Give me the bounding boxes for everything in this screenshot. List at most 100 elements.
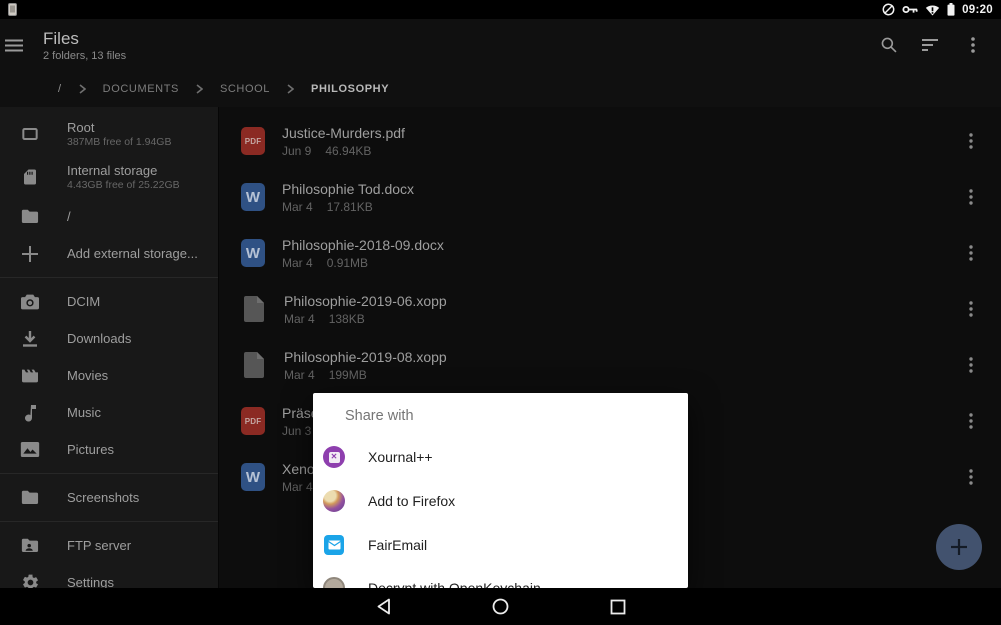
file-row[interactable]: W Philosophie-2018-09.docx Mar 40.91MB — [220, 225, 1001, 281]
share-item-label: Xournal++ — [368, 449, 433, 465]
status-bar: 09:20 — [0, 0, 1001, 19]
add-fab-button[interactable] — [936, 524, 982, 570]
pdf-file-icon: PDF — [241, 407, 265, 435]
file-date: Mar 4 — [284, 368, 315, 382]
file-row[interactable]: W Philosophie Tod.docx Mar 417.81KB — [220, 169, 1001, 225]
search-icon[interactable] — [875, 31, 903, 59]
breadcrumb: / DOCUMENTS SCHOOL PHILOSOPHY — [0, 71, 1001, 107]
share-item-openkeychain[interactable]: Decrypt with OpenKeychain — [313, 567, 688, 588]
sidebar-item-label: FTP server — [67, 538, 131, 553]
status-time: 09:20 — [962, 4, 993, 16]
sidebar-item-add-external-storage[interactable]: Add external storage... — [0, 235, 218, 272]
file-row[interactable]: Philosophie-2019-06.xopp Mar 4138KB — [220, 281, 1001, 337]
image-icon — [18, 438, 42, 462]
sort-icon[interactable] — [917, 31, 945, 59]
sidebar-item-label: Music — [67, 405, 101, 420]
file-overflow-icon[interactable] — [958, 238, 984, 268]
chevron-right-icon — [79, 84, 86, 94]
sidebar-item-label: Root — [67, 120, 171, 135]
vpn-key-icon — [902, 4, 918, 15]
file-overflow-icon[interactable] — [958, 126, 984, 156]
file-row[interactable]: PDF Justice-Murders.pdf Jun 946.94KB — [220, 113, 1001, 169]
sd-card-icon — [18, 165, 42, 189]
recents-button[interactable] — [601, 592, 635, 622]
sidebar-item-settings[interactable]: Settings — [0, 564, 218, 588]
navigation-drawer: Root387MB free of 1.94GB Internal storag… — [0, 107, 219, 588]
plus-icon — [950, 538, 968, 556]
share-item-fairemail[interactable]: FairEmail — [313, 523, 688, 567]
generic-file-icon — [241, 294, 267, 324]
file-overflow-icon[interactable] — [958, 294, 984, 324]
file-name: Philosophie-2019-06.xopp — [284, 293, 447, 310]
share-dialog: Share with ✕ Xournal++ Add to Firefox Fa… — [313, 393, 688, 588]
back-button[interactable] — [367, 592, 401, 622]
sidebar-item-screenshots[interactable]: Screenshots — [0, 479, 218, 516]
firefox-icon — [323, 490, 345, 512]
word-file-icon: W — [241, 463, 265, 491]
camera-icon — [18, 290, 42, 314]
sidebar-item-sub: 4.43GB free of 25.22GB — [67, 179, 180, 191]
root-icon — [18, 122, 42, 146]
file-size: 138KB — [329, 312, 365, 326]
sidebar-item-music[interactable]: Music — [0, 394, 218, 431]
word-file-icon: W — [241, 239, 265, 267]
sidebar-item-internal-storage[interactable]: Internal storage4.43GB free of 25.22GB — [0, 155, 218, 198]
sidebar-item-label: Internal storage — [67, 163, 180, 178]
generic-file-icon — [241, 350, 267, 380]
overflow-menu-icon[interactable] — [959, 31, 987, 59]
title-block: Files 2 folders, 13 files — [43, 29, 126, 62]
fairemail-icon — [323, 534, 345, 556]
file-name: Philosophie-2019-08.xopp — [284, 349, 447, 366]
sidebar-item-dcim[interactable]: DCIM — [0, 283, 218, 320]
openkeychain-icon — [323, 577, 345, 588]
chevron-right-icon — [287, 84, 294, 94]
sidebar-item-ftp-server[interactable]: FTP server — [0, 527, 218, 564]
share-item-xournal[interactable]: ✕ Xournal++ — [313, 435, 688, 479]
file-row[interactable]: Philosophie-2019-08.xopp Mar 4 199MB — [220, 337, 1001, 393]
breadcrumb-segment-school[interactable]: SCHOOL — [220, 83, 270, 95]
sidebar-item-label: Movies — [67, 368, 108, 383]
share-item-label: Add to Firefox — [368, 493, 455, 509]
drawer-section-storage: Root387MB free of 1.94GB Internal storag… — [0, 107, 218, 277]
app-bar: Files 2 folders, 13 files — [0, 19, 1001, 71]
sidebar-item-sub: 387MB free of 1.94GB — [67, 136, 171, 148]
sidebar-item-movies[interactable]: Movies — [0, 357, 218, 394]
sidebar-item-label: Screenshots — [67, 490, 139, 505]
sidebar-item-label: / — [67, 209, 71, 224]
share-item-label: FairEmail — [368, 537, 427, 553]
plus-icon — [18, 242, 42, 266]
android-screen: 09:20 Files 2 folders, 13 files / DOCUME… — [0, 0, 1001, 625]
page-subtitle: 2 folders, 13 files — [43, 50, 126, 62]
file-overflow-icon[interactable] — [958, 406, 984, 436]
file-date: Mar 4 — [282, 200, 313, 214]
sidebar-item-pictures[interactable]: Pictures — [0, 431, 218, 468]
download-icon — [18, 327, 42, 351]
pdf-file-icon: PDF — [241, 127, 265, 155]
page-title: Files — [43, 29, 126, 48]
breadcrumb-root[interactable]: / — [58, 83, 62, 95]
file-overflow-icon[interactable] — [958, 462, 984, 492]
sidebar-item-root[interactable]: Root387MB free of 1.94GB — [0, 112, 218, 155]
breadcrumb-segment-documents[interactable]: DOCUMENTS — [103, 83, 179, 95]
home-button[interactable] — [484, 592, 518, 622]
sidebar-item-label: Downloads — [67, 331, 131, 346]
ftp-folder-icon — [18, 534, 42, 558]
sidebar-item-downloads[interactable]: Downloads — [0, 320, 218, 357]
sidebar-item-label: Add external storage... — [67, 246, 198, 261]
file-overflow-icon[interactable] — [958, 182, 984, 212]
folder-icon — [18, 205, 42, 229]
sidebar-item-label: Settings — [67, 575, 114, 588]
sidebar-item-label: Pictures — [67, 442, 114, 457]
gear-icon — [18, 571, 42, 589]
share-item-firefox[interactable]: Add to Firefox — [313, 479, 688, 523]
file-name: Philosophie Tod.docx — [282, 181, 414, 198]
movie-icon — [18, 364, 42, 388]
wifi-alert-icon — [925, 4, 940, 16]
menu-icon[interactable] — [0, 31, 28, 59]
file-overflow-icon[interactable] — [958, 350, 984, 380]
sidebar-item-fs-root[interactable]: / — [0, 198, 218, 235]
file-size: 199MB — [329, 368, 367, 382]
share-app-list: ✕ Xournal++ Add to Firefox FairEmail Dec… — [313, 435, 688, 588]
folder-icon — [18, 486, 42, 510]
sidebar-item-label: DCIM — [67, 294, 100, 309]
